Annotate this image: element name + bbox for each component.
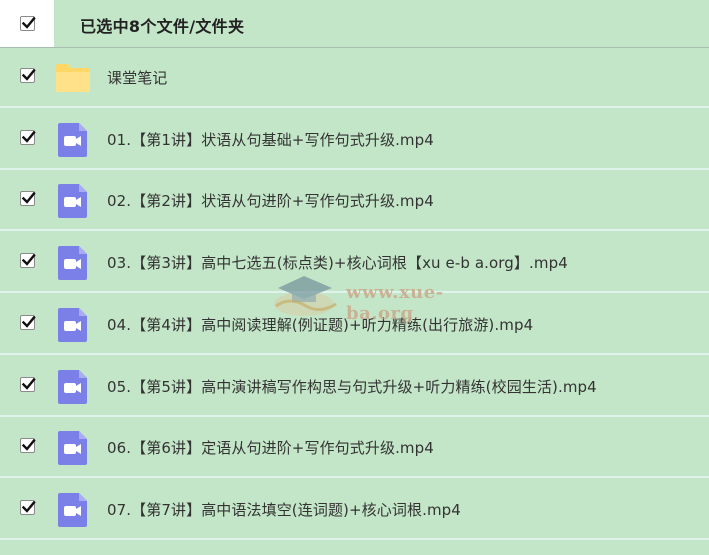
file-row[interactable]: 06.【第6讲】定语从句进阶+写作句式升级.mp4 <box>0 418 709 478</box>
video-file-icon <box>55 492 91 528</box>
file-row[interactable]: 02.【第2讲】状语从句进阶+写作句式升级.mp4 <box>0 171 709 231</box>
select-all-cell[interactable] <box>0 0 54 47</box>
row-checkbox[interactable] <box>20 377 36 392</box>
row-checkbox[interactable] <box>20 315 36 330</box>
folder-icon <box>55 60 91 96</box>
file-row[interactable]: 07.【第7讲】高中语法填空(连词题)+核心词根.mp4 <box>0 480 709 540</box>
file-row[interactable]: 04.【第4讲】高中阅读理解(例证题)+听力精练(出行旅游).mp4 <box>0 295 709 355</box>
checkmark-icon <box>21 377 36 390</box>
row-checkbox[interactable] <box>20 500 36 515</box>
file-row[interactable]: 03.【第3讲】高中七选五(标点类)+核心词根【xu e-b a.org】.mp… <box>0 233 709 293</box>
file-row[interactable]: 01.【第1讲】状语从句基础+写作句式升级.mp4 <box>0 110 709 170</box>
video-file-icon <box>55 122 91 158</box>
video-file-icon <box>55 430 91 466</box>
video-file-icon <box>55 369 91 405</box>
checkmark-icon <box>21 68 36 81</box>
row-checkbox[interactable] <box>20 68 36 83</box>
video-file-icon <box>55 183 91 219</box>
row-checkbox[interactable] <box>20 438 36 453</box>
selection-count-label: 已选中8个文件/文件夹 <box>80 17 245 36</box>
checkmark-icon <box>21 253 36 266</box>
file-name[interactable]: 07.【第7讲】高中语法填空(连词题)+核心词根.mp4 <box>107 499 461 520</box>
file-name[interactable]: 01.【第1讲】状语从句基础+写作句式升级.mp4 <box>107 129 434 150</box>
file-name[interactable]: 02.【第2讲】状语从句进阶+写作句式升级.mp4 <box>107 190 434 211</box>
row-checkbox[interactable] <box>20 130 36 145</box>
file-name[interactable]: 04.【第4讲】高中阅读理解(例证题)+听力精练(出行旅游).mp4 <box>107 314 533 335</box>
checkmark-icon <box>21 16 36 29</box>
file-name[interactable]: 06.【第6讲】定语从句进阶+写作句式升级.mp4 <box>107 437 434 458</box>
file-name[interactable]: 05.【第5讲】高中演讲稿写作构思与句式升级+听力精练(校园生活).mp4 <box>107 376 597 397</box>
checkmark-icon <box>21 315 36 328</box>
video-file-icon <box>55 307 91 343</box>
selection-header: 已选中8个文件/文件夹 <box>0 0 709 48</box>
folder-row[interactable]: 课堂笔记 <box>0 48 709 108</box>
checkmark-icon <box>21 130 36 143</box>
select-all-checkbox[interactable] <box>20 16 36 31</box>
row-checkbox[interactable] <box>20 191 36 206</box>
checkmark-icon <box>21 191 36 204</box>
video-file-icon <box>55 245 91 281</box>
row-checkbox[interactable] <box>20 253 36 268</box>
checkmark-icon <box>21 438 36 451</box>
file-row[interactable]: 05.【第5讲】高中演讲稿写作构思与句式升级+听力精练(校园生活).mp4 <box>0 357 709 417</box>
file-name[interactable]: 03.【第3讲】高中七选五(标点类)+核心词根【xu e-b a.org】.mp… <box>107 252 568 273</box>
checkmark-icon <box>21 500 36 513</box>
folder-name[interactable]: 课堂笔记 <box>107 67 167 88</box>
